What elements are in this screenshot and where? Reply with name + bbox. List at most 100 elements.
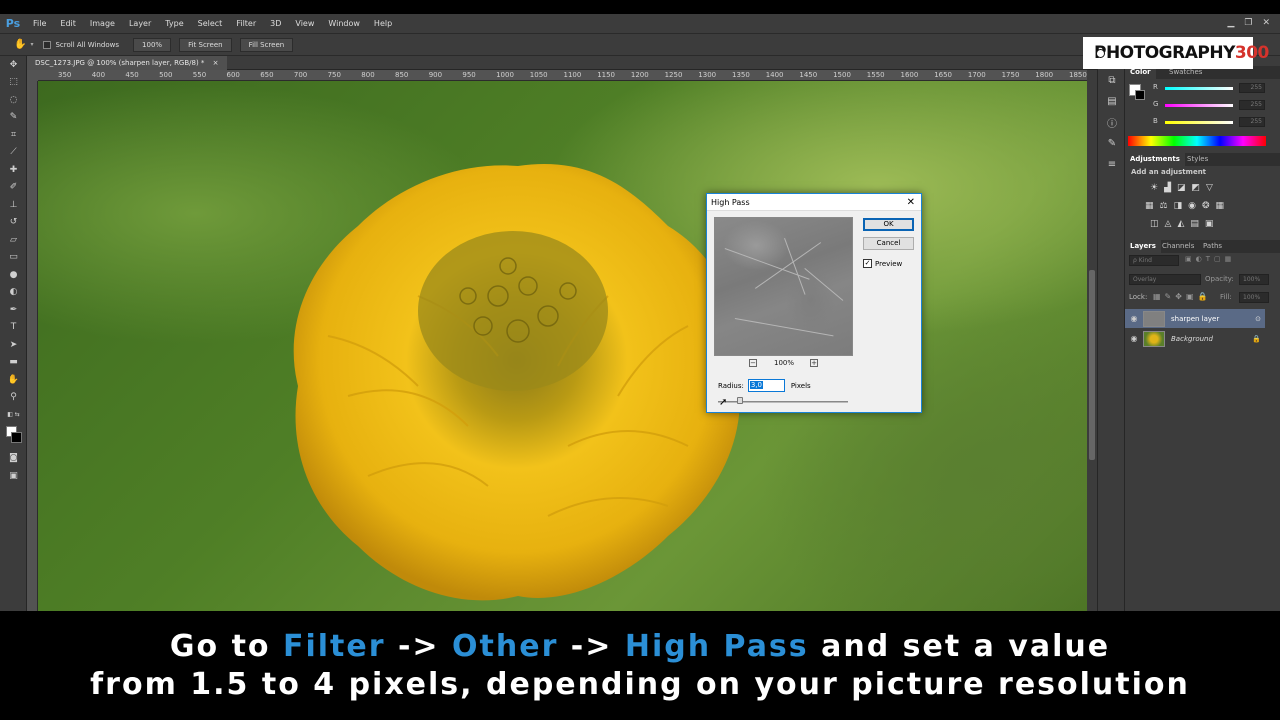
black-white-icon[interactable]: ◨ [1174, 201, 1183, 211]
radius-slider-thumb[interactable] [737, 397, 743, 404]
opacity-value[interactable]: 100% [1239, 274, 1269, 285]
fit-screen-button[interactable]: Fit Screen [179, 37, 232, 52]
color-slider-r[interactable]: R 255 [1153, 83, 1280, 94]
lasso-tool-icon[interactable]: ◌ [0, 91, 27, 109]
document-close-icon[interactable]: × [213, 59, 219, 67]
scroll-all-windows[interactable]: Scroll All Windows [43, 40, 119, 49]
crop-tool-icon[interactable]: ⌗ [0, 126, 27, 144]
menu-3d[interactable]: 3D [263, 14, 288, 33]
brightness-icon[interactable]: ☀ [1150, 183, 1158, 193]
background-swatch[interactable] [1135, 90, 1145, 100]
visibility-eye-icon[interactable]: ◉ [1125, 334, 1143, 343]
slider-g-bar[interactable] [1165, 104, 1233, 107]
scrollbar-thumb[interactable] [1089, 270, 1095, 460]
visibility-eye-icon[interactable]: ◉ [1125, 314, 1143, 323]
zoom-tool-icon[interactable]: ⚲ [0, 389, 27, 407]
restore-icon[interactable]: ❐ [1244, 14, 1252, 33]
menu-edit[interactable]: Edit [53, 14, 83, 33]
menu-help[interactable]: Help [367, 14, 399, 33]
radius-input[interactable]: 3,0 [747, 379, 785, 392]
healing-tool-icon[interactable]: ✚ [0, 161, 27, 179]
levels-icon[interactable]: ▟ [1164, 183, 1171, 193]
fill-screen-button[interactable]: Fill Screen [239, 37, 294, 52]
menu-window[interactable]: Window [321, 14, 367, 33]
minimize-icon[interactable]: ▁ [1227, 14, 1234, 33]
color-slider-g[interactable]: G 255 [1153, 100, 1280, 111]
dialog-close-icon[interactable]: ✕ [907, 194, 915, 211]
photo-filter-icon[interactable]: ◉ [1188, 201, 1196, 211]
zoom-in-button[interactable]: + [810, 359, 818, 367]
tab-channels[interactable]: Channels [1162, 240, 1194, 253]
brush-tool-icon[interactable]: ✐ [0, 179, 27, 197]
hue-saturation-icon[interactable]: ▦ [1145, 201, 1154, 211]
preview-checkbox-row[interactable]: ✓ Preview [863, 259, 902, 268]
menu-filter[interactable]: Filter [229, 14, 263, 33]
lock-icons[interactable]: ▦✎✥▣🔒 [1153, 292, 1211, 301]
eyedropper-tool-icon[interactable]: ⟋ [0, 144, 27, 162]
screen-mode-icon[interactable]: ▣ [0, 467, 27, 485]
slider-g-value[interactable]: 255 [1239, 100, 1265, 110]
posterize-icon[interactable]: ◬ [1165, 219, 1172, 229]
blur-tool-icon[interactable]: ● [0, 266, 27, 284]
color-balance-icon[interactable]: ⚖ [1160, 201, 1168, 211]
tab-layers[interactable]: Layers [1125, 240, 1161, 253]
blend-mode-select[interactable]: Overlay [1129, 274, 1201, 285]
character-panel-icon[interactable]: ≡ [1098, 154, 1126, 175]
pen-tool-icon[interactable]: ✒ [0, 301, 27, 319]
layer-row-sharpen[interactable]: ◉ sharpen layer ⊙ [1125, 309, 1265, 328]
move-tool-icon[interactable]: ✥ [0, 56, 27, 74]
close-icon[interactable]: ✕ [1262, 14, 1270, 33]
tab-adjustments[interactable]: Adjustments [1125, 153, 1185, 166]
path-select-tool-icon[interactable]: ➤ [0, 336, 27, 354]
menu-file[interactable]: File [26, 14, 53, 33]
image-canvas[interactable] [38, 81, 1087, 611]
menu-view[interactable]: View [288, 14, 321, 33]
quick-select-tool-icon[interactable]: ✎ [0, 109, 27, 127]
color-swatches-icon[interactable] [0, 424, 27, 450]
info-panel-icon[interactable]: ⓘ [1098, 112, 1126, 133]
dialog-titlebar[interactable]: High Pass ✕ [707, 194, 921, 211]
stamp-tool-icon[interactable]: ⊥ [0, 196, 27, 214]
gradient-map-icon[interactable]: ▤ [1190, 219, 1199, 229]
color-lookup-icon[interactable]: ▦ [1216, 201, 1225, 211]
layer-row-background[interactable]: ◉ Background 🔒 [1125, 329, 1265, 348]
default-colors-icon[interactable]: ◧ ⇆ [0, 406, 27, 424]
slider-b-value[interactable]: 255 [1239, 117, 1265, 127]
tab-paths[interactable]: Paths [1203, 240, 1222, 253]
layer-kind-filter[interactable]: ρ Kind [1129, 255, 1179, 266]
type-tool-icon[interactable]: T [0, 319, 27, 337]
quick-mask-icon[interactable]: ◙ [0, 450, 27, 468]
threshold-icon[interactable]: ◭ [1177, 219, 1184, 229]
zoom-100-button[interactable]: 100% [133, 37, 172, 52]
hand-tool-icon[interactable]: ✋ [14, 39, 26, 50]
menu-select[interactable]: Select [191, 14, 230, 33]
slider-r-value[interactable]: 255 [1239, 83, 1265, 93]
ok-button[interactable]: OK [863, 218, 914, 231]
curves-icon[interactable]: ◪ [1177, 183, 1186, 193]
brush-panel-icon[interactable]: ✎ [1098, 133, 1126, 154]
invert-icon[interactable]: ◫ [1150, 219, 1159, 229]
exposure-icon[interactable]: ◩ [1192, 183, 1201, 193]
channel-mixer-icon[interactable]: ❂ [1202, 201, 1210, 211]
history-brush-icon[interactable]: ↺ [0, 214, 27, 232]
preview-checkbox[interactable]: ✓ [863, 259, 872, 268]
scroll-all-checkbox[interactable] [43, 40, 52, 49]
cancel-button[interactable]: Cancel [863, 237, 914, 250]
shape-tool-icon[interactable]: ▬ [0, 354, 27, 372]
color-slider-b[interactable]: B 255 [1153, 117, 1280, 128]
slider-b-bar[interactable] [1165, 121, 1233, 124]
gradient-tool-icon[interactable]: ▭ [0, 249, 27, 267]
marquee-tool-icon[interactable]: ⬚ [0, 74, 27, 92]
vertical-scrollbar[interactable] [1087, 70, 1097, 611]
zoom-out-button[interactable]: − [749, 359, 757, 367]
menu-layer[interactable]: Layer [122, 14, 158, 33]
slider-r-bar[interactable] [1165, 87, 1233, 90]
menu-type[interactable]: Type [158, 14, 190, 33]
hand-tool-active-icon[interactable]: ✋ [0, 371, 27, 389]
layer-filter-icons[interactable]: ▣◐T▢▦ [1185, 255, 1235, 263]
dodge-tool-icon[interactable]: ◐ [0, 284, 27, 302]
tab-styles[interactable]: Styles [1187, 153, 1208, 166]
selective-color-icon[interactable]: ▣ [1205, 219, 1214, 229]
tool-preset-dropdown-icon[interactable]: ▾ [30, 41, 33, 48]
document-tab[interactable]: DSC_1273.JPG @ 100% (sharpen layer, RGB/… [27, 56, 227, 70]
